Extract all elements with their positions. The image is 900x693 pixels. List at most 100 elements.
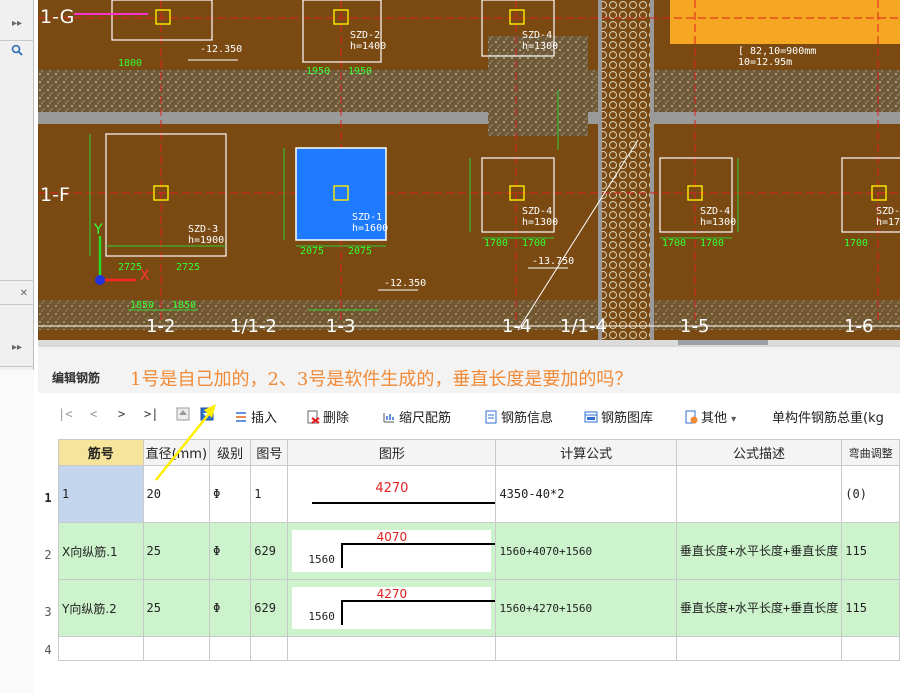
column-header[interactable]: 图号 [250,439,289,466]
table-row[interactable] [58,636,900,661]
empty-cell[interactable] [142,636,211,661]
chevron-down-icon: ▾ [731,414,737,425]
grade-cell[interactable]: Φ [209,465,252,523]
empty-cell[interactable] [675,636,843,661]
insert-button[interactable]: 插入 [234,407,277,426]
formula-cell[interactable]: 1560+4270+1560 [495,579,677,637]
coord-y-label: Y [94,222,103,238]
close-icon[interactable]: ✕ [0,284,34,304]
empty-cell[interactable] [287,636,497,661]
cad-drawing-view[interactable]: 1-G 1-F 1-2 1/1-2 1-3 1-4 1/1-4 1-5 1-6 … [38,0,900,345]
nav-first-button[interactable]: |< [58,407,72,421]
panel-header: 编辑钢筋 1号是自己加的，2、3号是软件生成的，垂直长度是要加的吗？ [38,345,900,393]
total-weight-label: 单构件钢筋总重(kg [772,411,884,426]
search-icon[interactable] [0,44,34,64]
shape-length-label: 4270 [375,481,409,496]
figure-number-cell[interactable]: 1 [250,465,289,523]
move-up-button[interactable] [176,407,193,423]
library-icon [584,411,598,423]
formula-description-cell[interactable]: 垂直长度+水平长度+垂直长度 [675,522,843,580]
nav-next-button[interactable]: > [118,407,125,421]
formula-cell[interactable]: 4350-40*2 [495,465,677,523]
empty-cell[interactable] [841,636,900,661]
row-number[interactable]: 4 [38,643,58,657]
shape-cell[interactable]: 1560 1560 4270 [287,579,497,637]
dimension-label: 1950 [306,66,331,77]
column-header[interactable]: 公式描述 [675,439,843,466]
rebar-shape: 4270 [288,469,495,519]
bottom-axis-label: 1/1-2 [230,316,277,337]
dimension-label: 1850 [130,300,155,311]
figure-number-cell[interactable]: 629 [250,522,289,580]
shape-cell[interactable]: 4270 [287,465,497,523]
column-header[interactable]: 弯曲调整 [841,439,900,466]
shape-length-label: 4070 [376,530,408,544]
dimension-label: 1700 [484,238,509,249]
table-row[interactable]: X向纵筋.1 25 Φ 629 1560 1560 4070 [58,522,900,580]
bend-adjust-cell[interactable]: (0) [841,465,900,523]
rebar-table: 筋号 直径(mm) 级别 图号 图形 计算公式 公式描述 弯曲调整 1 20 Φ… [58,439,900,661]
left-dock: ▸▸ ✕ ▸▸ [0,0,34,693]
footing-label: SZD-h=1700 [876,206,900,228]
insert-icon [236,412,246,422]
column-header[interactable]: 筋号 [58,439,144,466]
diameter-cell[interactable]: 20 [142,465,211,523]
move-down-button[interactable] [200,407,217,423]
rebar-info-button[interactable]: 钢筋信息 [484,407,553,426]
formula-cell[interactable]: 1560+4070+1560 [495,522,677,580]
figure-number-cell[interactable]: 629 [250,579,289,637]
column-header[interactable]: 级别 [209,439,252,466]
table-row[interactable]: Y向纵筋.2 25 Φ 629 1560 1560 4270 [58,579,900,637]
document-icon [485,410,497,424]
rebar-name-cell[interactable]: 1 [58,465,144,523]
coord-x-label: X [140,268,150,284]
dimension-label: 1700 [700,238,725,249]
nav-last-button[interactable]: >| [144,407,158,421]
toolbar: |< < > >| 插入 删除 缩尺配筋 钢筋信息 钢筋图库 其他 ▾ 单构件钢… [38,401,900,431]
dimension-label: 2725 [118,262,143,273]
insert-label: 插入 [251,411,278,426]
bend-adjust-cell[interactable]: 115 [841,579,900,637]
dimension-label: 1700 [844,238,869,249]
formula-description-cell[interactable] [675,465,843,523]
nav-prev-button[interactable]: < [90,407,97,421]
footing-label: SZD-4 h=1300 [522,30,559,52]
empty-cell[interactable] [495,636,677,661]
bend-adjust-cell[interactable]: 115 [841,522,900,580]
shape-cell[interactable]: 1560 1560 4070 [287,522,497,580]
column-header[interactable]: 直径(mm) [142,439,211,466]
dimension-label: 2075 [300,246,325,257]
chevron-right-icon[interactable]: ▸▸ [0,338,34,358]
scale-rebar-button[interactable]: 缩尺配筋 [382,407,451,426]
empty-cell[interactable] [58,636,144,661]
arrow-up-icon [176,407,190,421]
table-row[interactable]: 1 20 Φ 1 4270 4350-40*2 (0) [58,465,900,523]
row-number[interactable]: 3 [38,605,58,619]
gear-icon [685,410,698,424]
selected-footing-label[interactable]: SZD-1 h=1600 [352,212,388,234]
delete-label: 删除 [323,411,350,426]
dimension-label: 1700 [522,238,547,249]
grade-cell[interactable]: Φ [209,579,252,637]
rebar-library-button[interactable]: 钢筋图库 [584,407,653,426]
column-header[interactable]: 计算公式 [495,439,677,466]
rebar-name-cell[interactable]: Y向纵筋.2 [58,579,144,637]
row-number[interactable]: 1 [38,491,58,505]
diameter-cell[interactable]: 25 [142,522,211,580]
empty-cell[interactable] [209,636,252,661]
shape-left-length: 1560 [308,610,335,623]
arrow-down-icon [200,407,214,421]
formula-description-cell[interactable]: 垂直长度+水平长度+垂直长度 [675,579,843,637]
rebar-name-cell[interactable]: X向纵筋.1 [58,522,144,580]
diameter-cell[interactable]: 25 [142,579,211,637]
other-button[interactable]: 其他 ▾ [684,407,736,426]
column-header[interactable]: 图形 [287,439,497,466]
axis-label-g: 1-G [40,6,75,28]
row-number[interactable]: 2 [38,548,58,562]
elevation-label: -12.350 [200,44,243,55]
panel-title: 编辑钢筋 [52,371,101,385]
grade-cell[interactable]: Φ [209,522,252,580]
delete-button[interactable]: 删除 [306,407,349,426]
chevron-right-icon[interactable]: ▸▸ [0,14,34,34]
empty-cell[interactable] [250,636,289,661]
